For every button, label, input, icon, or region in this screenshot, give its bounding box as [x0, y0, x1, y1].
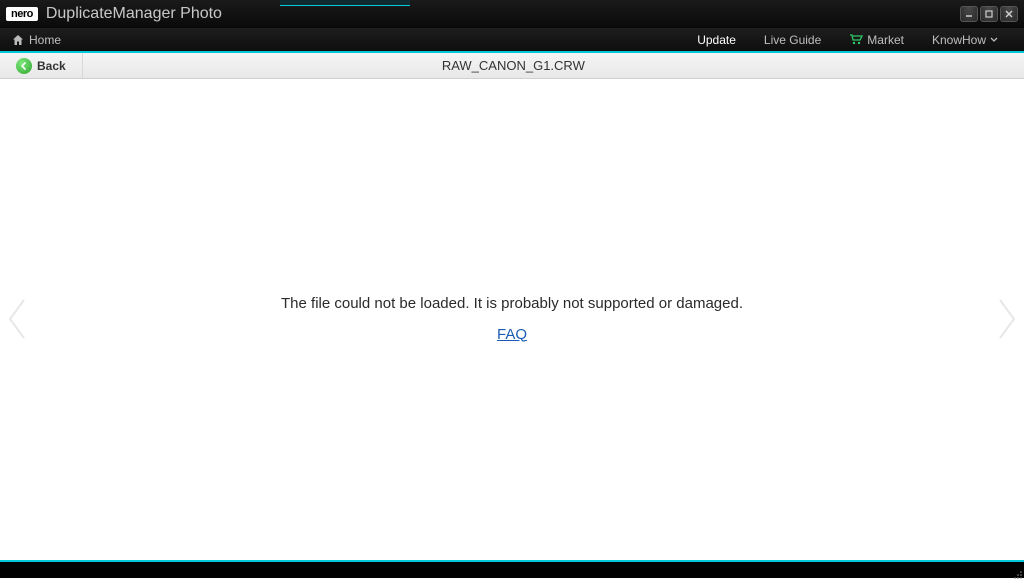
faq-link[interactable]: FAQ	[497, 326, 527, 343]
market-label: Market	[867, 33, 904, 47]
chevron-right-icon	[992, 296, 1020, 342]
close-button[interactable]	[1000, 6, 1018, 22]
live-guide-link[interactable]: Live Guide	[750, 33, 835, 47]
resize-grip-icon	[1013, 570, 1023, 580]
window-controls	[960, 6, 1018, 22]
home-link[interactable]: Home	[12, 33, 61, 47]
logo: nero	[6, 7, 38, 21]
menu-bar: Home Update Live Guide Market KnowHow	[0, 28, 1024, 53]
back-icon	[16, 58, 32, 74]
filename-label: RAW_CANON_G1.CRW	[83, 58, 1024, 73]
bottom-bar	[0, 560, 1024, 578]
back-label: Back	[37, 59, 66, 73]
minimize-icon	[964, 9, 974, 19]
app-title: DuplicateManager Photo	[46, 5, 222, 23]
market-link[interactable]: Market	[835, 33, 918, 47]
maximize-icon	[984, 9, 994, 19]
cart-icon	[849, 34, 863, 46]
error-message: The file could not be loaded. It is prob…	[281, 295, 743, 312]
back-button[interactable]: Back	[0, 53, 83, 78]
resize-grip[interactable]	[1013, 567, 1023, 577]
maximize-button[interactable]	[980, 6, 998, 22]
update-link[interactable]: Update	[683, 33, 750, 47]
home-label: Home	[29, 33, 61, 47]
next-button[interactable]	[992, 296, 1020, 342]
viewer-area: The file could not be loaded. It is prob…	[0, 79, 1024, 558]
minimize-button[interactable]	[960, 6, 978, 22]
knowhow-label: KnowHow	[932, 33, 986, 47]
chevron-left-icon	[4, 296, 32, 342]
previous-button[interactable]	[4, 296, 32, 342]
home-icon	[12, 34, 24, 46]
knowhow-dropdown[interactable]: KnowHow	[918, 33, 1012, 47]
close-icon	[1004, 9, 1014, 19]
chevron-down-icon	[990, 37, 998, 43]
title-bar: nero DuplicateManager Photo	[0, 0, 1024, 28]
content-bar: Back RAW_CANON_G1.CRW	[0, 53, 1024, 79]
titlebar-active-tab-decoration	[280, 0, 410, 6]
